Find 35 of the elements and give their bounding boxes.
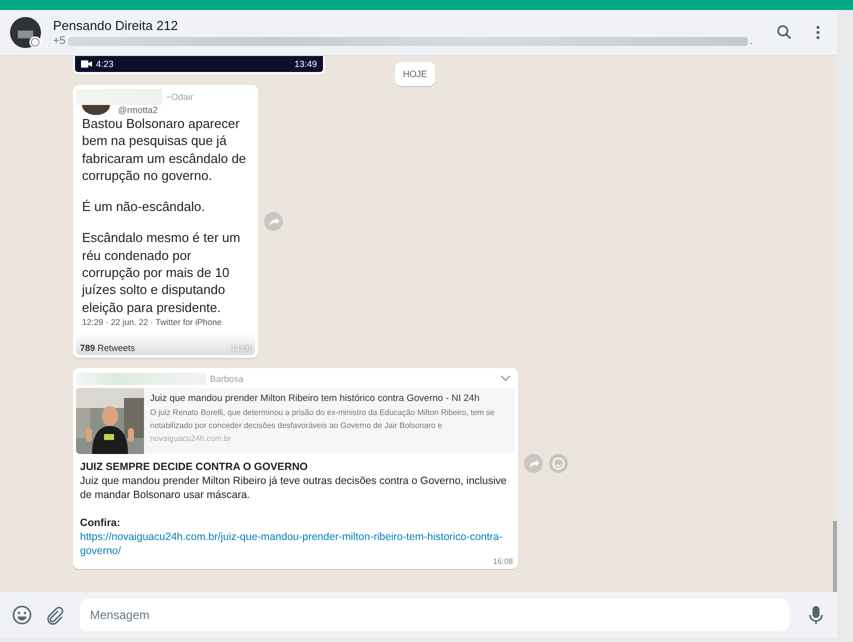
preview-title: Juiz que mandou prender Milton Ribeiro tem histórico contra Governo - NI 24h <box>150 392 480 404</box>
sender-name: Barbosa <box>210 374 244 384</box>
tweet-text: É um não-escândalo. <box>81 198 206 216</box>
scrollbar-thumb[interactable] <box>833 521 837 592</box>
video-camera-icon <box>81 60 92 68</box>
participants-end: . <box>750 35 753 47</box>
message-input[interactable]: Mensagem <box>80 599 789 631</box>
chevron-icon[interactable] <box>500 375 511 382</box>
video-message[interactable]: 4:23 13:49 <box>73 56 325 74</box>
message-time: 16:08 <box>492 556 513 566</box>
date-chip: HOJE <box>395 62 436 86</box>
preview-description: O juiz Renato Borelli, que determinou a prisão do ex-ministro da Educação Milton Ribeiro, tem se notabilizado por conceder decisões desfavoráveis ao Governo de Jair Bolsonaro e <box>150 406 496 432</box>
chat-title[interactable]: Pensando Direita 212 <box>53 18 754 33</box>
emoji-icon[interactable] <box>12 605 32 625</box>
message-time: 13:49 <box>294 59 317 69</box>
tweet-meta: 12:29 · 22 jun. 22 · Twitter for iPhone <box>81 316 223 327</box>
avatar-icon <box>82 105 110 115</box>
link-preview[interactable] <box>76 388 515 454</box>
message-text: Juiz que mandou prender Milton Ribeiro já teve outras decisões contra o Governo, inclusive de mandar Bolsonaro usar máscara. <box>80 474 508 502</box>
participants-text: +5 <box>53 35 66 47</box>
image-message[interactable] <box>73 85 258 358</box>
group-avatar[interactable] <box>10 17 41 48</box>
search-icon[interactable] <box>776 24 793 41</box>
tweet-text: Bastou Bolsonaro aparecer bem na pesquisas que já fabricaram um escândalo de corrupção no governo. <box>81 115 248 184</box>
retweet-count: 789 Retweets <box>80 342 136 353</box>
microphone-icon[interactable] <box>809 605 823 625</box>
preview-domain: novaiguacu24h.com.br <box>150 434 232 443</box>
video-duration: 4:23 <box>96 59 114 69</box>
tweet-text: Escândalo mesmo é ter um réu condenado por corrupção por mais de 10 juízes solto e disputando eleição para presidente. <box>80 229 242 316</box>
menu-icon[interactable] <box>815 24 821 41</box>
message-label: Confira: <box>80 516 122 530</box>
message-link[interactable]: https://novaiguacu24h.com.br/juiz-que-mandou-prender-milton-ribeiro-tem-historico-contra-governo/ <box>80 530 511 558</box>
tweet-handle: @rmotta2 <box>118 105 158 115</box>
message-heading: JUIZ SEMPRE DECIDE CONTRA O GOVERNO <box>80 460 309 474</box>
sender-name: ~Odair <box>166 92 194 102</box>
